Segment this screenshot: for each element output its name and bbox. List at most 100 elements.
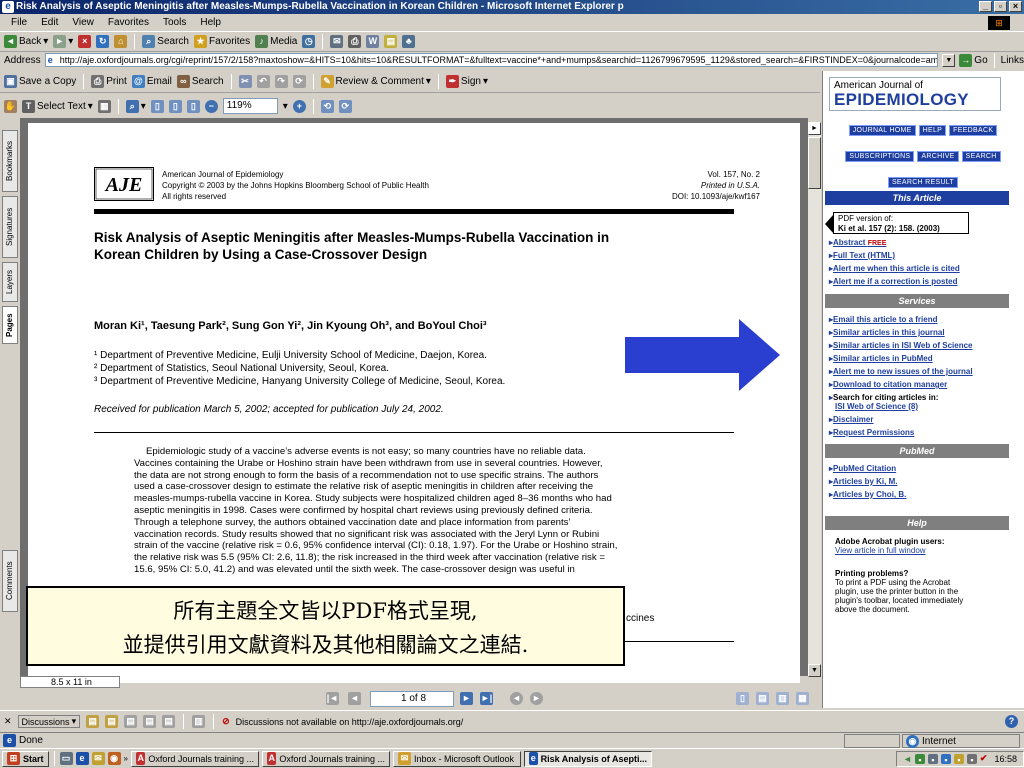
continuous-facing-icon[interactable]: ▦ [796,692,809,705]
back-button[interactable]: ◄ Back ▾ [4,35,48,48]
close-icon[interactable]: × [1009,1,1022,12]
feedback-button[interactable]: FEEDBACK [949,125,998,136]
redo-icon[interactable]: ↷ [274,75,288,88]
continuous-icon[interactable]: ▤ [756,692,769,705]
first-page-icon[interactable]: |◄ [326,692,339,705]
refresh-icon[interactable]: ↻ [96,35,110,48]
task-oxford-1[interactable]: A Oxford Journals training ... [130,750,259,767]
stop-icon[interactable]: × [78,35,92,48]
favorites-button[interactable]: ★ Favorites [193,35,250,48]
discuss-icon[interactable]: ▤ [384,35,398,48]
email-button[interactable]: @ Email [131,75,172,88]
search-result-button[interactable]: SEARCH RESULT [887,177,959,188]
zoom-tool-button[interactable]: ⌕ ▾ [125,99,146,113]
last-page-icon[interactable]: ►| [480,692,493,705]
zoom-in-icon[interactable]: + [292,99,306,113]
forward-button[interactable]: ► ▾ [53,35,73,48]
print-button[interactable]: ⎙ Print [91,75,127,88]
discussion-icon-3[interactable]: ▤ [124,715,138,728]
messenger-icon[interactable]: ♣ [402,35,416,48]
snapshot-icon[interactable]: ▦ [97,99,111,113]
fit-page-icon[interactable]: ▯ [168,99,182,113]
zoom-out-icon[interactable]: − [204,99,218,113]
menu-edit[interactable]: Edit [34,17,65,28]
menu-view[interactable]: View [65,17,101,28]
address-dropdown-icon[interactable]: ▼ [942,53,956,67]
clock[interactable]: 16:58 [994,754,1017,764]
sign-button[interactable]: ✒ Sign ▾ [445,75,488,88]
menu-file[interactable]: File [4,17,34,28]
journal-search-button[interactable]: SEARCH [961,151,1001,162]
articles-by-ki-link[interactable]: Articles by Ki, M. [829,477,897,486]
go-button[interactable]: → Go [959,53,988,67]
review-comment-button[interactable]: ✎ Review & Comment ▾ [320,75,431,88]
email-friend-link[interactable]: Email this article to a friend [829,315,937,324]
tray-display-icon[interactable]: ▪ [927,753,938,765]
quicklaunch-more-icon[interactable]: » [124,754,128,763]
minimize-icon[interactable]: _ [979,1,992,12]
bookmarks-tab[interactable]: Bookmarks [2,130,18,192]
comments-tab[interactable]: Comments [2,550,18,612]
tray-arrow-icon[interactable]: ◄ [903,754,912,764]
history-icon[interactable]: ◷ [302,35,316,48]
discussions-dropdown[interactable]: Discussions ▾ [17,715,81,728]
actual-size-icon[interactable]: ▯ [150,99,164,113]
alert-new-issues-link[interactable]: Alert me to new issues of the journal [829,367,973,376]
subscriptions-button[interactable]: SUBSCRIPTIONS [845,151,915,162]
document-scrollbar[interactable]: ▲ ▼ [808,122,821,677]
scrollbar-thumb[interactable] [808,137,821,189]
close-discussions-icon[interactable]: ✕ [4,716,12,727]
menu-help[interactable]: Help [193,17,228,28]
single-page-icon[interactable]: ▯ [736,692,749,705]
tray-monitor-icon[interactable]: ▪ [966,753,977,765]
acrobat-search-button[interactable]: ∞ Search [176,75,224,88]
similar-isi-link[interactable]: Similar articles in ISI Web of Science [829,341,972,350]
discussions-help-icon[interactable]: ? [1005,715,1018,728]
tray-acrobat-icon[interactable]: ✔ [980,753,988,764]
task-oxford-2[interactable]: A Oxford Journals training ... [261,750,390,767]
zoom-field[interactable]: 119% [222,98,278,114]
pages-tab[interactable]: Pages [2,306,18,344]
tray-network-icon[interactable]: ▪ [914,753,925,765]
tray-search-icon[interactable]: ▪ [940,753,951,765]
alert-cited-link[interactable]: Alert me when this article is cited [829,264,960,273]
articles-by-choi-link[interactable]: Articles by Choi, B. [829,490,906,499]
citation-manager-link[interactable]: Download to citation manager [829,380,947,389]
firefox-quicklaunch-icon[interactable]: ◉ [107,752,121,765]
task-outlook[interactable]: ✉ Inbox - Microsoft Outlook [392,750,521,767]
hand-tool-icon[interactable]: ✋ [4,99,17,113]
rotate-view-icon[interactable]: ⟲ [320,99,334,113]
discussion-icon-5[interactable]: ▤ [162,715,176,728]
previous-page-icon[interactable]: ◄ [348,692,361,705]
expand-panel-icon[interactable]: ► [808,122,821,135]
fit-width-icon[interactable]: ▯ [186,99,200,113]
next-view-icon[interactable]: ► [530,692,543,705]
previous-view-icon[interactable]: ◄ [510,692,523,705]
similar-pubmed-link[interactable]: Similar articles in PubMed [829,354,933,363]
scroll-down-icon[interactable]: ▼ [808,664,821,677]
menu-tools[interactable]: Tools [156,17,193,28]
pubmed-citation-link[interactable]: PubMed Citation [829,464,896,473]
disclaimer-link[interactable]: Disclaimer [829,415,873,424]
alert-correction-link[interactable]: Alert me if a correction is posted [829,277,957,286]
discussion-pane-icon[interactable]: ▥ [192,715,206,728]
page-number-field[interactable]: 1 of 8 [370,691,454,707]
similar-journal-link[interactable]: Similar articles in this journal [829,328,945,337]
address-input[interactable]: http://aje.oxfordjournals.org/cgi/reprin… [44,53,939,67]
search-button[interactable]: ⌕ Search [142,35,189,48]
layers-tab[interactable]: Layers [2,262,18,302]
media-button[interactable]: ♪ Media [255,35,297,48]
cut-icon[interactable]: ✂ [238,75,252,88]
rotate-icon[interactable]: ⟳ [292,75,306,88]
discussion-icon-2[interactable]: ▤ [105,715,119,728]
journal-home-button[interactable]: JOURNAL HOME [848,125,916,136]
home-icon[interactable]: ⌂ [114,35,128,48]
show-desktop-icon[interactable]: ▭ [59,752,73,765]
journal-logo[interactable]: American Journal of EPIDEMIOLOGY [829,77,1001,111]
help-button[interactable]: HELP [918,125,947,136]
select-text-button[interactable]: T Select Text ▾ [22,99,93,113]
tray-volume-icon[interactable]: ▪ [953,753,964,765]
outlook-quicklaunch-icon[interactable]: ✉ [91,752,105,765]
links-button[interactable]: Links [1001,55,1024,66]
isi-citing-link[interactable]: ISI Web of Science (8) [835,402,918,411]
